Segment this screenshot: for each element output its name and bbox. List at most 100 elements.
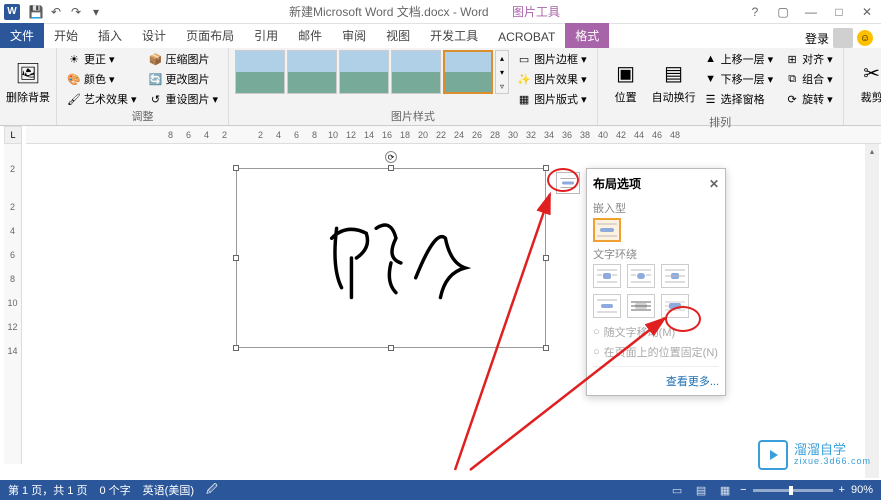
- tab-design[interactable]: 设计: [132, 23, 176, 48]
- color-icon: 🎨: [67, 72, 81, 86]
- zoom-in-icon[interactable]: +: [839, 484, 845, 496]
- position-icon: ▣: [612, 59, 640, 87]
- crop-button[interactable]: ✂裁剪: [850, 50, 881, 114]
- close-icon[interactable]: ✕: [857, 4, 877, 20]
- web-layout-icon[interactable]: ▦: [716, 483, 734, 497]
- selection-pane-button[interactable]: ☰选择窗格: [700, 90, 778, 108]
- pic-effects-button[interactable]: ✨图片效果 ▾: [513, 70, 591, 88]
- remove-bg-button[interactable]: 🖼 删除背景: [6, 50, 50, 114]
- layout-opt-behind[interactable]: [627, 294, 655, 318]
- save-icon[interactable]: 💾: [28, 4, 44, 20]
- tab-review[interactable]: 审阅: [332, 23, 376, 48]
- see-more-link[interactable]: 查看更多...: [593, 366, 719, 389]
- fix-position-radio[interactable]: ○在页面上的位置固定(N): [593, 342, 719, 362]
- minimize-icon[interactable]: —: [801, 4, 821, 20]
- reset-pic-button[interactable]: ↺重设图片 ▾: [145, 90, 223, 108]
- send-backward-button[interactable]: ▼下移一层 ▾: [700, 70, 778, 88]
- style-thumb[interactable]: [339, 50, 389, 94]
- tab-insert[interactable]: 插入: [88, 23, 132, 48]
- reset-icon: ↺: [149, 92, 163, 106]
- style-thumb-selected[interactable]: [443, 50, 493, 94]
- picture-styles-gallery[interactable]: ▴▾▿: [235, 50, 509, 94]
- layout-opt-inline[interactable]: [593, 218, 621, 242]
- vertical-scrollbar[interactable]: ▴: [865, 144, 879, 478]
- chevron-up-icon[interactable]: ▴: [496, 51, 508, 65]
- redo-icon[interactable]: ↷: [68, 4, 84, 20]
- wrap-icon: ▤: [660, 59, 688, 87]
- change-icon: 🔄: [149, 72, 163, 86]
- inline-label: 嵌入型: [593, 200, 719, 216]
- layout-opt-topbottom[interactable]: [593, 294, 621, 318]
- layout-opt-through[interactable]: [661, 264, 689, 288]
- style-thumb[interactable]: [391, 50, 441, 94]
- layout-opt-tight[interactable]: [627, 264, 655, 288]
- align-button[interactable]: ⊞对齐 ▾: [781, 50, 837, 68]
- layout-opt-front[interactable]: [661, 294, 689, 318]
- track-changes-icon[interactable]: 🖉: [206, 481, 218, 500]
- titlebar: W 💾 ↶ ↷ ▾ 新建Microsoft Word 文档.docx - Wor…: [0, 0, 881, 24]
- radio-icon: ○: [593, 326, 600, 338]
- layout-opt-square[interactable]: [593, 264, 621, 288]
- page-status[interactable]: 第 1 页，共 1 页: [8, 482, 87, 498]
- word-count[interactable]: 0 个字: [99, 482, 130, 498]
- tab-file[interactable]: 文件: [0, 23, 44, 48]
- pic-border-button[interactable]: ▭图片边框 ▾: [513, 50, 591, 68]
- smiley-icon[interactable]: ☺: [857, 30, 873, 46]
- login-link[interactable]: 登录: [805, 30, 829, 47]
- zoom-out-icon[interactable]: −: [740, 484, 746, 496]
- pic-layout-button[interactable]: ▦图片版式 ▾: [513, 90, 591, 108]
- vertical-ruler[interactable]: 22468101214: [4, 144, 22, 464]
- read-mode-icon[interactable]: ▭: [668, 483, 686, 497]
- artistic-button[interactable]: 🖌艺术效果 ▾: [63, 90, 141, 108]
- bring-forward-button[interactable]: ▲上移一层 ▾: [700, 50, 778, 68]
- window-title: 新建Microsoft Word 文档.docx - Word 图片工具: [104, 3, 745, 20]
- layout-options-button[interactable]: [556, 172, 580, 194]
- style-thumb[interactable]: [235, 50, 285, 94]
- watermark: 溜溜自学 zixue.3d66.com: [758, 440, 871, 470]
- style-thumb[interactable]: [287, 50, 337, 94]
- scroll-up-icon[interactable]: ▴: [865, 144, 879, 158]
- color-button[interactable]: 🎨颜色 ▾: [63, 70, 141, 88]
- gallery-scroll[interactable]: ▴▾▿: [495, 50, 509, 94]
- tab-view[interactable]: 视图: [376, 23, 420, 48]
- group-size: ✂裁剪 ↕ ↔ 大小: [844, 48, 881, 125]
- ribbon-help-icon[interactable]: ?: [745, 4, 765, 20]
- group-adjust: ☀更正 ▾ 🎨颜色 ▾ 🖌艺术效果 ▾ 📦压缩图片 🔄更改图片 ↺重设图片 ▾ …: [57, 48, 229, 125]
- tab-references[interactable]: 引用: [244, 23, 288, 48]
- brightness-icon: ☀: [67, 52, 81, 66]
- tab-format[interactable]: 格式: [565, 23, 609, 48]
- expand-icon[interactable]: ▿: [496, 79, 508, 93]
- compress-button[interactable]: 📦压缩图片: [145, 50, 223, 68]
- wrap-text-button[interactable]: ▤自动换行: [652, 50, 696, 114]
- tab-home[interactable]: 开始: [44, 23, 88, 48]
- tab-developer[interactable]: 开发工具: [420, 23, 488, 48]
- chevron-down-icon[interactable]: ▾: [496, 65, 508, 79]
- tab-mailings[interactable]: 邮件: [288, 23, 332, 48]
- document-canvas[interactable]: ⟳ 布局选项 ✕ 嵌入型 文字环绕: [26, 144, 861, 480]
- close-icon[interactable]: ✕: [709, 177, 719, 191]
- rotate-button[interactable]: ⟳旋转 ▾: [781, 90, 837, 108]
- watermark-url: zixue.3d66.com: [794, 457, 871, 467]
- lang-status[interactable]: 英语(美国): [143, 482, 194, 498]
- zoom-level[interactable]: 90%: [851, 484, 873, 496]
- tab-layout[interactable]: 页面布局: [176, 23, 244, 48]
- group-adjust-label: 调整: [63, 108, 222, 126]
- group-button[interactable]: ⧉组合 ▾: [781, 70, 837, 88]
- maximize-icon[interactable]: □: [829, 4, 849, 20]
- undo-icon[interactable]: ↶: [48, 4, 64, 20]
- zoom-slider[interactable]: [753, 489, 833, 492]
- position-button[interactable]: ▣位置: [604, 50, 648, 114]
- corrections-button[interactable]: ☀更正 ▾: [63, 50, 141, 68]
- move-with-text-radio[interactable]: ○随文字移动(M): [593, 322, 719, 342]
- selected-image[interactable]: ⟳: [236, 168, 546, 348]
- change-pic-button[interactable]: 🔄更改图片: [145, 70, 223, 88]
- group-size-label: 大小: [850, 114, 881, 132]
- wrap-label: 文字环绕: [593, 246, 719, 262]
- print-layout-icon[interactable]: ▤: [692, 483, 710, 497]
- rotate-handle-icon[interactable]: ⟳: [385, 151, 397, 163]
- qat-more-icon[interactable]: ▾: [88, 4, 104, 20]
- ribbon-collapse-icon[interactable]: ▢: [773, 4, 793, 20]
- avatar-icon[interactable]: [833, 28, 853, 48]
- remove-bg-icon: 🖼: [14, 59, 42, 87]
- tab-acrobat[interactable]: ACROBAT: [488, 26, 565, 48]
